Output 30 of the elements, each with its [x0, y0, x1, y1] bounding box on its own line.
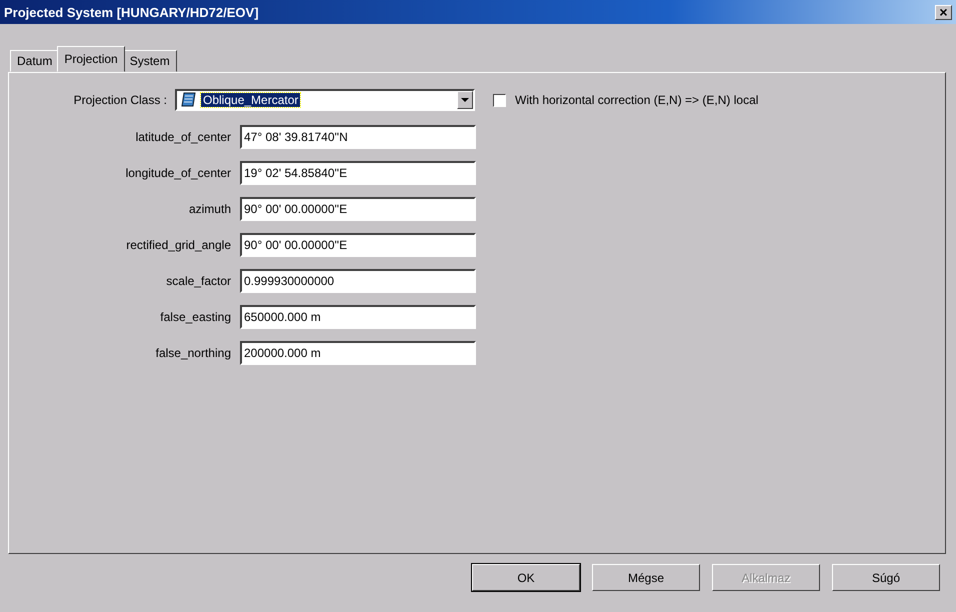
caret-icon [461, 98, 469, 102]
input-field[interactable]: 47° 08' 39.81740''N [240, 125, 476, 149]
checkbox-label: With horizontal correction (E,N) => (E,N) local [515, 93, 758, 107]
dropdown-arrow-button[interactable] [457, 91, 473, 109]
field-label: rectified_grid_angle [125, 238, 232, 252]
dropdown-value: Oblique_Mercator [201, 93, 300, 107]
field-label: azimuth [188, 202, 232, 216]
input-field[interactable]: 0.999930000000 [240, 269, 476, 293]
field-label: Projection Class : [72, 93, 168, 107]
tab[interactable]: System [122, 50, 177, 72]
input-field[interactable]: 19° 02' 54.85840''E [240, 161, 476, 185]
checkbox[interactable] [493, 94, 506, 106]
dialog-button[interactable]: Mégse [592, 564, 700, 591]
tab[interactable]: Datum [10, 50, 60, 72]
field-label: false_northing [154, 346, 232, 360]
field-label: scale_factor [165, 274, 232, 288]
input-field[interactable]: 90° 00' 00.00000''E [240, 197, 476, 221]
window-title: Projected System [HUNGARY/HD72/EOV] [4, 4, 259, 20]
dialog-button[interactable]: Súgó [832, 564, 940, 591]
scroll-icon [180, 91, 198, 109]
field-label: false_easting [159, 310, 232, 324]
close-button[interactable]: × [935, 4, 952, 20]
dialog-button[interactable]: OK [472, 564, 580, 591]
input-field[interactable]: 650000.000 m [240, 305, 476, 329]
tab[interactable]: Projection [57, 46, 125, 72]
input-field[interactable]: 200000.000 m [240, 341, 476, 365]
input-field[interactable]: 90° 00' 00.00000''E [240, 233, 476, 257]
projection-class-dropdown[interactable]: Oblique_Mercator [175, 89, 475, 111]
field-label: longitude_of_center [124, 166, 232, 180]
field-label: latitude_of_center [134, 130, 232, 144]
